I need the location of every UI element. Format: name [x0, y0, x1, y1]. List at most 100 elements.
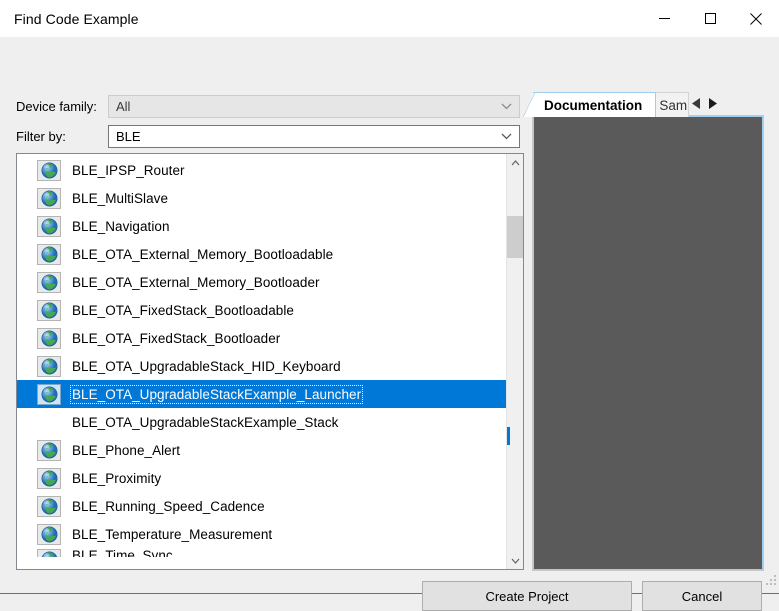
chevron-down-icon: [511, 558, 519, 564]
icon-frame: [37, 467, 61, 489]
title-bar: Find Code Example: [0, 0, 779, 37]
list-item-label: BLE_OTA_External_Memory_Bootloadable: [72, 246, 334, 262]
icon-frame: [37, 159, 61, 181]
list-item-label: BLE_Phone_Alert: [72, 442, 181, 458]
filter-by-row: Filter by: BLE: [16, 125, 520, 148]
documentation-panel: Documentation Sam: [522, 91, 763, 570]
icon-frame: [37, 523, 61, 545]
tab-documentation[interactable]: Documentation: [522, 92, 657, 117]
list-item-label: BLE_OTA_FixedStack_Bootloadable: [72, 302, 294, 318]
close-button[interactable]: [733, 0, 779, 37]
icon-frame: [37, 187, 61, 209]
list-item-label: BLE_OTA_External_Memory_Bootloader: [72, 274, 320, 290]
list-item[interactable]: BLE_Navigation: [17, 212, 506, 240]
globe-icon: [36, 467, 62, 489]
list-item-label: BLE_IPSP_Router: [72, 162, 185, 178]
filter-by-value: BLE: [116, 129, 141, 144]
list-vertical-scrollbar[interactable]: [506, 154, 523, 569]
icon-frame: [37, 355, 61, 377]
device-family-value: All: [116, 99, 131, 114]
list-item[interactable]: BLE_IPSP_Router: [17, 156, 506, 184]
minimize-icon: [658, 18, 670, 19]
list-item-label: BLE_OTA_UpgradableStackExample_Launcher: [69, 384, 364, 404]
list-item[interactable]: BLE_Time_Sync: [17, 548, 506, 557]
globe-icon: [36, 439, 62, 461]
globe-icon: [36, 495, 62, 517]
close-icon: [750, 12, 762, 25]
triangle-left-icon[interactable]: [692, 97, 701, 112]
find-code-example-dialog: Find Code Example Device family: All Fil…: [0, 0, 779, 611]
doc-tabstrip: Documentation Sam: [522, 91, 763, 117]
icon-frame: [37, 327, 61, 349]
triangle-right-icon[interactable]: [708, 97, 718, 112]
globe-icon: [36, 327, 62, 349]
globe-icon: [36, 383, 62, 405]
list-item-label: BLE_MultiSlave: [72, 190, 168, 206]
list-item-label: BLE_Proximity: [72, 470, 162, 486]
icon-frame: [37, 495, 61, 517]
icon-frame: [37, 215, 61, 237]
globe-icon: [36, 159, 62, 181]
icon-placeholder: [36, 411, 62, 433]
resize-grip[interactable]: [764, 573, 776, 585]
list-item[interactable]: BLE_OTA_External_Memory_Bootloader: [17, 268, 506, 296]
globe-icon: [36, 548, 62, 557]
globe-icon: [36, 299, 62, 321]
scroll-down-button[interactable]: [507, 552, 523, 569]
list-item-label: BLE_Navigation: [72, 218, 170, 234]
globe-icon: [36, 243, 62, 265]
scroll-thumb[interactable]: [507, 216, 523, 258]
list-item[interactable]: BLE_OTA_External_Memory_Bootloadable: [17, 240, 506, 268]
chevron-down-icon: [493, 103, 519, 110]
tab-nav-arrows: [690, 92, 723, 117]
icon-frame: [37, 299, 61, 321]
globe-icon: [36, 271, 62, 293]
list-item-label: BLE_Running_Speed_Cadence: [72, 498, 265, 514]
list-item[interactable]: BLE_Running_Speed_Cadence: [17, 492, 506, 520]
filter-by-label: Filter by:: [16, 129, 66, 144]
code-example-listbox[interactable]: BLE_IPSP_Router BLE_MultiSlave BLE_Navigat…: [16, 153, 524, 570]
create-project-button[interactable]: Create Project: [422, 581, 632, 611]
icon-frame: [37, 439, 61, 461]
list-item[interactable]: BLE_OTA_UpgradableStackExample_Stack: [17, 408, 506, 436]
minimize-button[interactable]: [641, 0, 687, 37]
filter-by-combo[interactable]: BLE: [108, 125, 520, 148]
list-item[interactable]: BLE_MultiSlave: [17, 184, 506, 212]
list-item[interactable]: BLE_Phone_Alert: [17, 436, 506, 464]
dialog-content: Device family: All Filter by: BLE BLE_IP…: [0, 37, 779, 611]
list-item-label: BLE_OTA_UpgradableStackExample_Stack: [72, 414, 339, 430]
icon-frame: [37, 243, 61, 265]
globe-icon: [36, 523, 62, 545]
list-item[interactable]: BLE_OTA_UpgradableStackExample_Launcher: [17, 380, 506, 408]
list-item[interactable]: BLE_Temperature_Measurement: [17, 520, 506, 548]
list-item[interactable]: BLE_OTA_UpgradableStack_HID_Keyboard: [17, 352, 506, 380]
list-item-label: BLE_Time_Sync: [72, 548, 173, 557]
documentation-viewer[interactable]: [533, 116, 763, 570]
device-family-label: Device family:: [16, 99, 97, 114]
caption-button-group: [641, 0, 779, 37]
globe-icon: [36, 187, 62, 209]
device-family-combo[interactable]: All: [108, 95, 520, 118]
maximize-button[interactable]: [687, 0, 733, 37]
window-title: Find Code Example: [14, 10, 139, 27]
list-item[interactable]: BLE_Proximity: [17, 464, 506, 492]
code-example-list[interactable]: BLE_IPSP_Router BLE_MultiSlave BLE_Navigat…: [17, 154, 506, 569]
scroll-position-marker: [507, 427, 510, 445]
globe-icon: [36, 355, 62, 377]
icon-frame: [37, 548, 61, 557]
tab-samples[interactable]: Sam: [655, 92, 690, 117]
tab-documentation-label: Documentation: [544, 97, 643, 113]
maximize-icon: [704, 13, 716, 24]
cancel-button[interactable]: Cancel: [642, 581, 762, 611]
scroll-track[interactable]: [507, 171, 523, 552]
list-item[interactable]: BLE_OTA_FixedStack_Bootloadable: [17, 296, 506, 324]
list-item-label: BLE_OTA_UpgradableStack_HID_Keyboard: [72, 358, 341, 374]
icon-frame: [37, 383, 61, 405]
chevron-down-icon: [493, 133, 519, 140]
tab-samples-label: Sam: [659, 97, 688, 113]
scroll-up-button[interactable]: [507, 154, 523, 171]
list-item-label: BLE_OTA_FixedStack_Bootloader: [72, 330, 281, 346]
list-item[interactable]: BLE_OTA_FixedStack_Bootloader: [17, 324, 506, 352]
list-item-label: BLE_Temperature_Measurement: [72, 526, 273, 542]
icon-frame: [37, 271, 61, 293]
